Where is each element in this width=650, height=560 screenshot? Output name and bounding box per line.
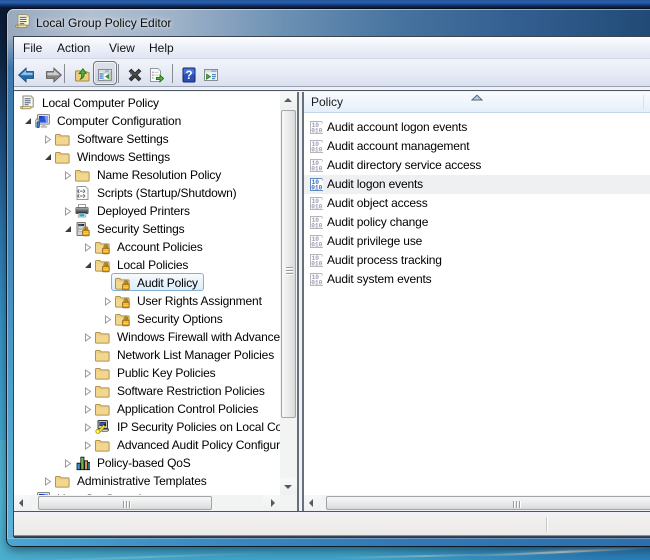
svg-text:010: 010 — [311, 146, 322, 153]
svg-text:010: 010 — [311, 222, 322, 229]
svg-text:010: 010 — [311, 203, 322, 210]
svg-text:?: ? — [185, 70, 192, 82]
svg-text:010: 010 — [311, 127, 322, 134]
svg-text:010: 010 — [311, 241, 322, 248]
svg-text:010: 010 — [311, 165, 322, 172]
svg-text:010: 010 — [311, 279, 322, 286]
svg-text:010: 010 — [311, 260, 322, 267]
svg-text:010: 010 — [311, 184, 322, 191]
